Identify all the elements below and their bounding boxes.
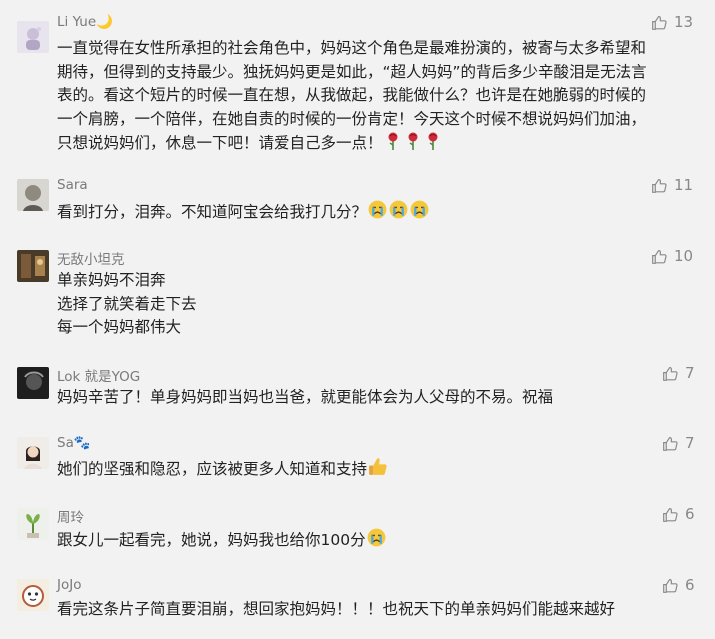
comment-text: 跟女儿一起看完，她说，妈妈我也给你100分 — [57, 527, 387, 553]
comment-author[interactable]: Sara — [57, 177, 88, 193]
crying-face-icon — [366, 527, 387, 548]
comment-line: 只想说妈妈们，休息一下吧！请爱自己多一点！ — [57, 134, 383, 152]
comment-line: 期待，但得到的支持最少。独抚妈妈更是如此，“超人妈妈”的背后多少辛酸泪是无法言 — [57, 62, 647, 81]
comment-author[interactable]: Lok 就是YOG — [57, 365, 140, 385]
comment-text: 看完这条片子简直要泪崩，想回家抱妈妈！！！也祝天下的单亲妈妈们能越来越好 — [57, 598, 615, 622]
comment-line: 妈妈辛苦了！单身妈妈即当妈也当爸，就更能体会为人父母的不易。祝福 — [57, 388, 554, 406]
like-count: 7 — [685, 364, 695, 382]
like-count: 13 — [674, 13, 694, 31]
like-button[interactable]: 10 — [651, 247, 693, 265]
like-count: 6 — [685, 576, 695, 594]
thumbs-up-icon — [651, 248, 668, 265]
thumbs-up-icon — [662, 577, 679, 594]
comment-line: 一直觉得在女性所承担的社会角色中，妈妈这个角色是最难扮演的，被寄与太多希望和 — [57, 39, 647, 57]
comment-text: 妈妈辛苦了！单身妈妈即当妈也当爸，就更能体会为人父母的不易。祝福 — [57, 386, 553, 410]
comment-line: 看完这条片子简直要泪崩，想回家抱妈妈！！！也祝天下的单亲妈妈们能越来越好 — [57, 600, 616, 618]
comment-item: Lok 就是YOG 7 妈妈辛苦了！单身妈妈即当妈也当爸，就更能体会为人父母的不… — [0, 364, 715, 415]
avatar[interactable] — [17, 579, 49, 611]
thumbs-up-icon — [662, 435, 679, 452]
like-button[interactable]: 7 — [662, 434, 695, 452]
rose-icon — [403, 131, 423, 151]
comment-line: 跟女儿一起看完，她说，妈妈我也给你100分 — [57, 531, 366, 549]
avatar[interactable] — [17, 21, 49, 53]
crying-face-icon — [409, 199, 430, 220]
like-count: 7 — [685, 434, 695, 452]
thumbs-up-icon — [651, 14, 668, 31]
comment-item: Sara 11 看到打分，泪奔。不知道阿宝会给我打几分？ — [0, 176, 715, 227]
avatar[interactable] — [17, 508, 49, 540]
like-button[interactable]: 11 — [651, 176, 693, 194]
comment-item: Li Yue🌙 13 一直觉得在女性所承担的社会角色中，妈妈这个角色是最难扮演的… — [0, 13, 715, 156]
comment-line: 一个肩膀，一个陪伴，在她自责的时候的一份肯定！今天这个时候不想说妈妈们加油， — [57, 109, 647, 128]
avatar[interactable] — [17, 367, 49, 399]
like-button[interactable]: 6 — [662, 576, 695, 594]
like-count: 10 — [674, 247, 694, 265]
thumbs-up-emoji-icon — [367, 456, 388, 477]
crying-face-icon — [388, 199, 409, 220]
comment-text: 一直觉得在女性所承担的社会角色中，妈妈这个角色是最难扮演的，被寄与太多希望和 期… — [57, 37, 647, 156]
rose-icon — [423, 131, 443, 151]
comment-line: 表的。看这个短片的时候一直在想，从我做起，我能做什么？也许是在她脆弱的时候的 — [57, 86, 647, 104]
comment-author[interactable]: 周玲 — [57, 506, 84, 526]
like-button[interactable]: 6 — [662, 505, 695, 523]
thumbs-up-icon — [662, 506, 679, 523]
comment-line-last: 只想说妈妈们，休息一下吧！请爱自己多一点！ — [57, 131, 647, 156]
thumbs-up-icon — [662, 365, 679, 382]
comment-item: 无敌小坦克 10 单亲妈妈不泪奔 选择了就笑着走下去 每一个妈妈都伟大 — [0, 247, 715, 343]
like-count: 6 — [685, 505, 695, 523]
comment-line-last: 跟女儿一起看完，她说，妈妈我也给你100分 — [57, 527, 387, 553]
comment-text: 看到打分，泪奔。不知道阿宝会给我打几分？ — [57, 199, 430, 225]
crying-face-icon — [367, 199, 388, 220]
rose-icon — [383, 131, 403, 151]
like-count: 11 — [674, 176, 694, 194]
avatar[interactable] — [17, 250, 49, 282]
comment-line: 每一个妈妈都伟大 — [57, 318, 182, 336]
comment-text: 单亲妈妈不泪奔 选择了就笑着走下去 每一个妈妈都伟大 — [57, 269, 197, 340]
comment-line-last: 她们的坚强和隐忍，应该被更多人知道和支持 — [57, 456, 388, 482]
like-button[interactable]: 13 — [651, 13, 693, 31]
like-button[interactable]: 7 — [662, 364, 695, 382]
comment-line: 她们的坚强和隐忍，应该被更多人知道和支持 — [57, 460, 368, 478]
avatar[interactable] — [17, 179, 49, 211]
avatar[interactable] — [17, 437, 49, 469]
comment-author[interactable]: Sa🐾 — [57, 435, 91, 451]
comment-item: JoJo 6 看完这条片子简直要泪崩，想回家抱妈妈！！！也祝天下的单亲妈妈们能越… — [0, 576, 715, 627]
comment-line-last: 看到打分，泪奔。不知道阿宝会给我打几分？ — [57, 199, 430, 225]
comment-text: 她们的坚强和隐忍，应该被更多人知道和支持 — [57, 456, 388, 482]
comment-line: 看到打分，泪奔。不知道阿宝会给我打几分？ — [57, 203, 368, 221]
comment-author[interactable]: JoJo — [57, 577, 81, 593]
comment-item: 周玲 6 跟女儿一起看完，她说，妈妈我也给你100分 — [0, 505, 715, 556]
comment-item: Sa🐾 7 她们的坚强和隐忍，应该被更多人知道和支持 — [0, 434, 715, 485]
thumbs-up-icon — [651, 177, 668, 194]
comment-author[interactable]: 无敌小坦克 — [57, 248, 125, 268]
comment-line: 单亲妈妈不泪奔 — [57, 271, 166, 289]
comment-line: 选择了就笑着走下去 — [57, 294, 197, 313]
comment-author[interactable]: Li Yue🌙 — [57, 14, 113, 30]
